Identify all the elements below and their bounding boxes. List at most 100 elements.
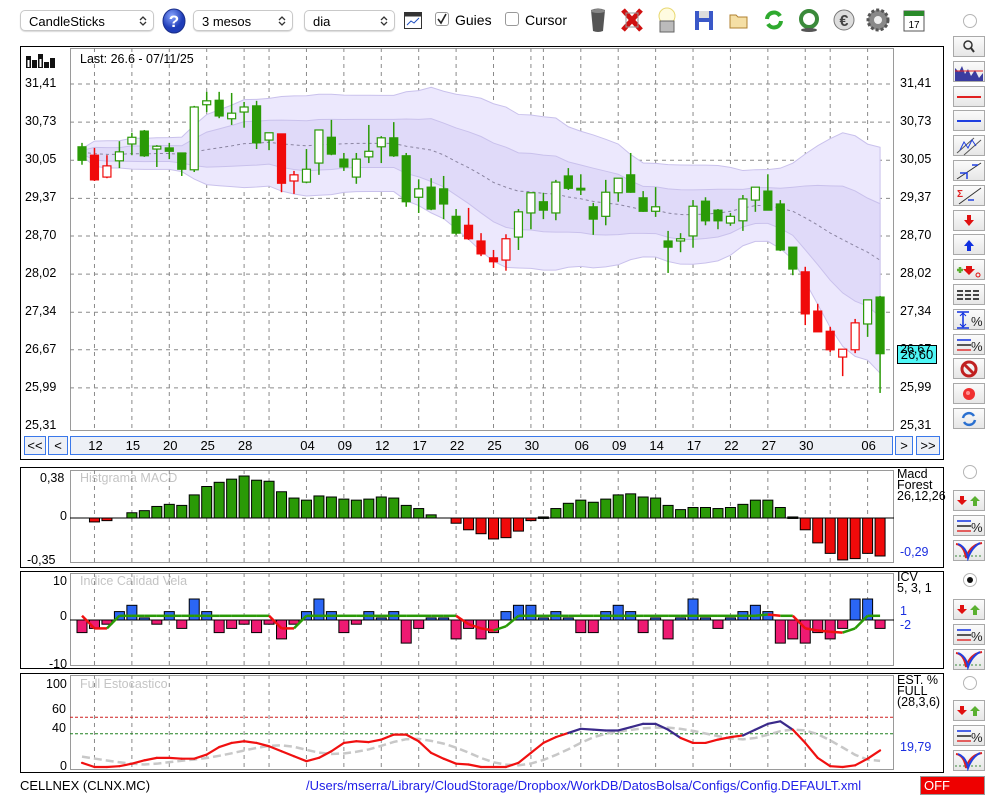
macd-bar	[251, 479, 263, 519]
sidebar-no-entry-button[interactable]	[953, 358, 985, 380]
stochastic-k-line	[592, 728, 607, 732]
macd-bar	[687, 507, 699, 519]
indicator-panel-radio[interactable]	[963, 573, 977, 587]
macd-bar	[163, 503, 175, 519]
macd-bar	[849, 517, 861, 560]
candle-body	[825, 330, 835, 351]
macd-bar	[313, 495, 325, 519]
indicator-lines-percent-button[interactable]: %	[953, 725, 985, 746]
config-path-link[interactable]: /Users/mserra/Library/CloudStorage/Dropb…	[306, 778, 861, 793]
sidebar-sigma-trend-button[interactable]: Σ	[953, 184, 985, 206]
icv-bar	[874, 619, 886, 629]
indicator-lines-percent-button[interactable]: %	[953, 624, 985, 645]
svg-text:€: €	[840, 13, 849, 30]
svg-text:%: %	[971, 314, 983, 329]
sidebar-channel-button[interactable]	[953, 135, 985, 157]
save-button[interactable]	[692, 7, 716, 33]
candle-body	[114, 151, 125, 162]
price-axis-label-right: 30,05	[900, 152, 932, 167]
sidebar-zoom-button[interactable]	[953, 36, 985, 57]
candle-body	[376, 137, 386, 148]
candle-body	[638, 197, 648, 212]
macd-bar	[276, 491, 288, 519]
stochastic-k-line	[741, 728, 757, 737]
sidebar-blue-line-button[interactable]	[953, 110, 985, 132]
indicator-curves-button[interactable]	[953, 750, 985, 772]
svg-text:Σ: Σ	[957, 189, 963, 200]
indicator-lines-percent-button[interactable]: %	[953, 515, 985, 536]
macd-bar	[650, 497, 662, 519]
lines-percent-icon: %	[957, 730, 983, 745]
stochastic-k-line	[143, 756, 158, 762]
candle-body	[164, 147, 174, 152]
sidebar-mini-chart-button[interactable]	[953, 60, 985, 82]
dashed-lines-icon	[957, 290, 981, 300]
lamp-button[interactable]	[655, 7, 679, 33]
candle-body	[563, 175, 573, 189]
macd-bar	[637, 496, 649, 519]
sync-icon	[961, 411, 977, 427]
sidebar-add-alert-button[interactable]	[953, 259, 985, 281]
refresh-button[interactable]	[762, 7, 786, 33]
candle-body	[800, 271, 810, 315]
calendar-icon: 17	[903, 10, 925, 32]
indicator-arrows-down-up-button[interactable]	[953, 700, 985, 721]
sidebar-blue-arrow-up-button[interactable]	[953, 234, 985, 256]
stochastic-k-line	[829, 765, 844, 769]
sidebar-range-percent-button[interactable]: %	[953, 308, 985, 330]
stochastic-k-line	[567, 727, 582, 735]
candle-body	[613, 177, 623, 194]
icv-bar	[612, 604, 624, 621]
sidebar-record-button[interactable]	[953, 383, 985, 405]
stochastic-k-line	[218, 741, 233, 749]
candle-body	[177, 152, 187, 170]
price-axis-label-right: 29,37	[900, 190, 932, 205]
sidebar-lines-percent-button[interactable]: %	[953, 333, 985, 355]
stochastic-k-line	[866, 749, 882, 760]
indicator-panel-radio[interactable]	[963, 465, 977, 479]
lines-percent-icon: %	[957, 629, 983, 644]
macd-bar	[350, 499, 362, 519]
macd-bar	[550, 508, 562, 519]
indicator-arrows-down-up-button[interactable]	[953, 599, 985, 620]
euro-button[interactable]: €	[832, 7, 856, 33]
calendar-button[interactable]: 17	[902, 7, 926, 33]
icv-bar	[251, 619, 263, 634]
stochastic-k-line	[754, 722, 769, 731]
indicator-curves-button[interactable]	[953, 540, 985, 562]
indicator-panel-radio[interactable]	[963, 676, 977, 690]
candle-body	[264, 132, 274, 141]
macd-bar	[874, 517, 886, 557]
recycle-button[interactable]	[797, 7, 821, 33]
price-axis-label-right: 28,70	[900, 227, 932, 242]
candle-body	[588, 206, 598, 220]
candle-body	[838, 348, 848, 358]
indicator-curves-button[interactable]	[953, 649, 985, 671]
folder-open-button[interactable]	[727, 7, 751, 33]
sidebar-dashed-lines-button[interactable]	[953, 284, 985, 305]
candle-body	[775, 203, 785, 251]
curves-icon	[955, 542, 983, 562]
macd-bar	[712, 508, 724, 519]
delete-x-button[interactable]	[620, 7, 644, 33]
sidebar-trend-line-button[interactable]	[953, 160, 985, 181]
stochastic-k-line	[168, 756, 183, 760]
gear-button[interactable]	[866, 7, 890, 33]
icv-bar	[662, 619, 674, 640]
candle-body	[488, 257, 499, 263]
icv-bar	[500, 611, 512, 621]
sidebar-red-line-button[interactable]	[953, 85, 985, 107]
macd-bar	[500, 517, 512, 539]
stochastic-k-line	[804, 741, 819, 759]
candle-body	[763, 190, 773, 211]
trash-button[interactable]	[586, 7, 610, 33]
candle-body	[513, 211, 524, 238]
sidebar-red-arrow-down-button[interactable]	[953, 209, 985, 231]
stochastic-k-line	[430, 751, 445, 760]
sidebar-sync-button[interactable]	[953, 408, 985, 429]
macd-bar	[201, 486, 213, 519]
status-off-button[interactable]: OFF	[920, 776, 985, 795]
indicator-arrows-down-up-button[interactable]	[953, 490, 985, 511]
macd-bar	[238, 475, 250, 519]
stochastic-k-line	[779, 720, 794, 731]
